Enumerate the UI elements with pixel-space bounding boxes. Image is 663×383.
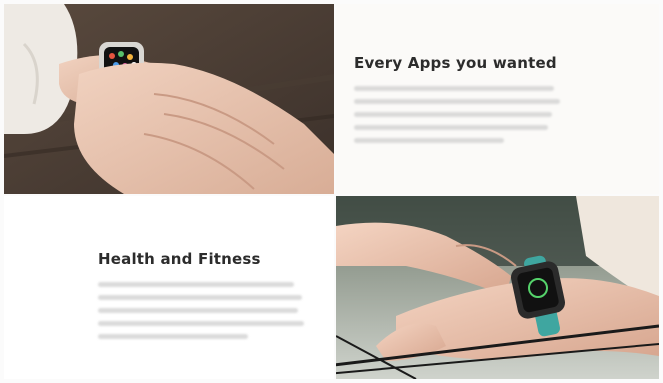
watch-apps-photo — [4, 4, 334, 194]
health-feature-panel: Health and Fitness — [4, 196, 334, 379]
apps-heading: Every Apps you wanted — [354, 54, 557, 72]
feature-grid: Every Apps you wanted Health and Fitness — [0, 0, 663, 383]
health-description-blurred — [98, 282, 304, 347]
apps-feature-panel: Every Apps you wanted — [336, 4, 659, 194]
health-heading: Health and Fitness — [98, 250, 261, 268]
watch-fitness-photo — [336, 196, 659, 379]
apps-description-blurred — [354, 86, 560, 151]
